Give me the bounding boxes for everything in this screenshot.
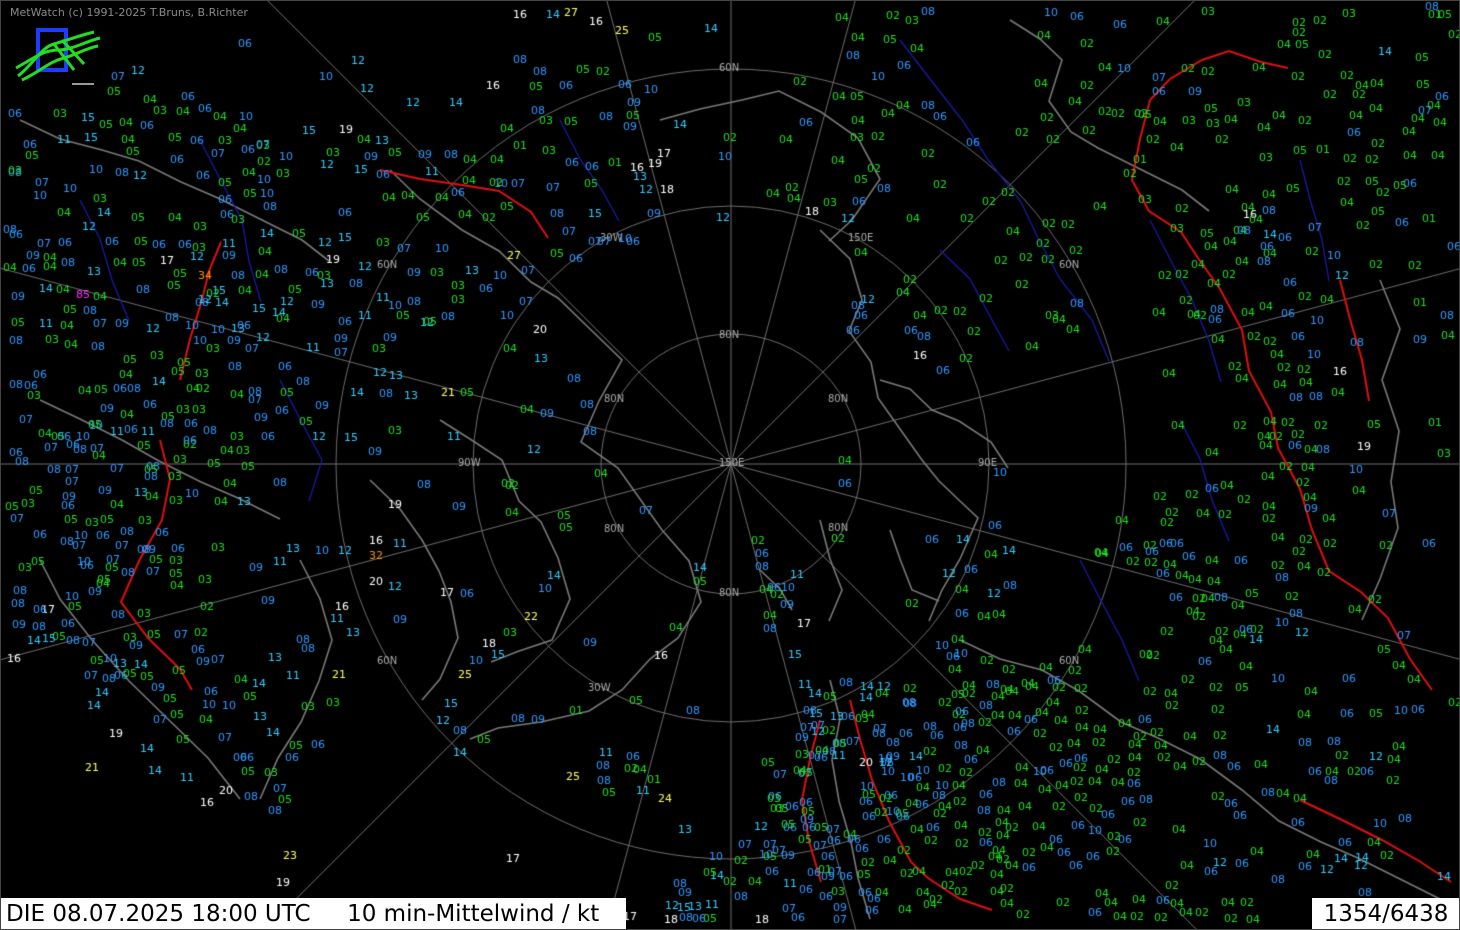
metwatch-logo — [15, 28, 101, 85]
status-bar-station-count: 1354/6438 — [1312, 898, 1460, 930]
wind-map[interactable] — [0, 0, 1460, 930]
copyright-text: MetWatch (c) 1991-2025 T.Bruns, B.Richte… — [10, 6, 248, 19]
status-bar-datetime: DIE 08.07.2025 18:00 UTC 10 min-Mittelwi… — [0, 898, 626, 930]
